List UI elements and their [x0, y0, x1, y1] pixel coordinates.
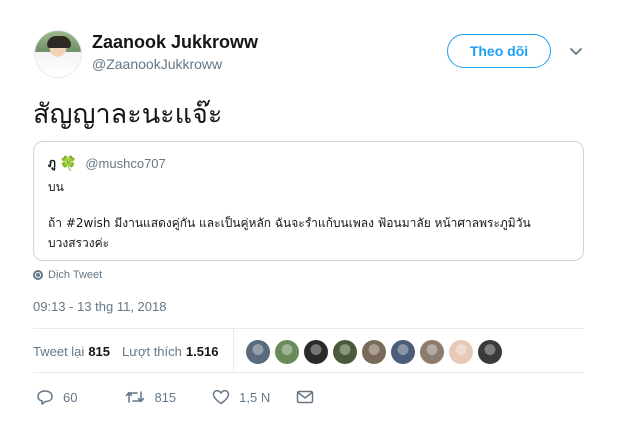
retweet-stat-count: 815	[88, 344, 111, 359]
like-stat-label: Lượt thích	[122, 344, 182, 359]
quoted-tweet-line: บวงสรวงค่ะ	[48, 236, 110, 250]
tweet-actions: 60 815 1,5 N	[36, 389, 344, 405]
stats-separator	[233, 329, 234, 372]
quoted-tweet[interactable]: ภู 🍀 @mushco707 บน ถ้า #2wish มีงานแสดงค…	[33, 141, 584, 261]
retweet-icon	[125, 390, 145, 404]
direct-message-button[interactable]	[296, 390, 314, 404]
divider	[33, 372, 584, 373]
liker-avatar[interactable]	[275, 340, 299, 364]
author-handle[interactable]: @ZaanookJukkroww	[92, 56, 222, 72]
quoted-author-name: ภู	[48, 156, 56, 170]
divider	[33, 328, 584, 329]
envelope-icon	[296, 390, 314, 404]
quoted-tweet-line: บน	[48, 180, 64, 194]
reply-icon	[36, 389, 54, 405]
liker-avatars	[246, 340, 502, 364]
liker-avatar[interactable]	[420, 340, 444, 364]
quoted-author-handle: @mushco707	[85, 156, 166, 171]
liker-avatar[interactable]	[362, 340, 386, 364]
author-name[interactable]: Zaanook Jukkroww	[92, 32, 258, 53]
quoted-tweet-line: ถ้า #2wish มีงานแสดงคู่กัน และเป็นคู่หลั…	[48, 216, 531, 230]
tweet-text: สัญญาละนะแจ๊ะ	[33, 99, 223, 130]
author-avatar[interactable]	[34, 30, 82, 78]
chevron-down-icon[interactable]	[568, 44, 584, 60]
liker-avatar[interactable]	[449, 340, 473, 364]
like-count: 1,5 N	[239, 389, 271, 405]
liker-avatar[interactable]	[478, 340, 502, 364]
like-button[interactable]: 1,5 N	[212, 389, 270, 405]
translate-label: Dịch Tweet	[48, 269, 103, 281]
heart-icon	[212, 389, 230, 405]
retweet-stat-label: Tweet lại	[33, 344, 85, 359]
reply-button[interactable]: 60	[36, 389, 77, 405]
liker-avatar[interactable]	[391, 340, 415, 364]
clover-icon: 🍀	[59, 155, 78, 171]
quoted-tweet-header: ภู 🍀 @mushco707	[48, 154, 166, 173]
retweet-count: 815	[154, 389, 177, 405]
reply-count: 60	[63, 389, 78, 405]
liker-avatar[interactable]	[333, 340, 357, 364]
follow-button[interactable]: Theo dõi	[447, 34, 551, 68]
retweet-stat[interactable]: Tweet lại 815	[33, 344, 110, 359]
tweet-timestamp[interactable]: 09:13 - 13 thg 11, 2018	[33, 299, 166, 314]
like-stat-count: 1.516	[185, 344, 219, 359]
liker-avatar[interactable]	[246, 340, 270, 364]
tweet-stats: Tweet lại 815 Lượt thích 1.516	[33, 344, 218, 359]
like-stat[interactable]: Lượt thích 1.516	[122, 344, 218, 359]
globe-icon	[33, 270, 43, 280]
retweet-button[interactable]: 815	[125, 390, 176, 405]
liker-avatar[interactable]	[304, 340, 328, 364]
translate-tweet-link[interactable]: Dịch Tweet	[33, 269, 102, 281]
